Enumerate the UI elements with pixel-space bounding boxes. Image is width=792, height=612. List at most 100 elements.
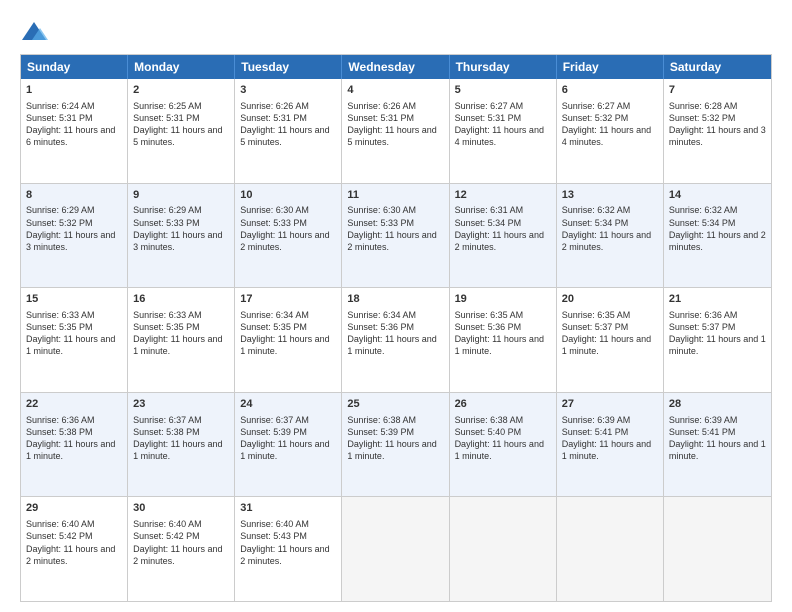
day-number: 14 bbox=[669, 188, 766, 203]
day-number: 19 bbox=[455, 292, 551, 307]
sunrise-text: Sunrise: 6:37 AM bbox=[240, 415, 309, 425]
sunrise-text: Sunrise: 6:36 AM bbox=[669, 310, 738, 320]
day-number: 17 bbox=[240, 292, 336, 307]
day-number: 16 bbox=[133, 292, 229, 307]
header-day-sunday: Sunday bbox=[21, 55, 128, 79]
day-cell-17: 17 Sunrise: 6:34 AM Sunset: 5:35 PM Dayligh… bbox=[235, 288, 342, 392]
daylight-text: Daylight: 11 hours and 1 minute. bbox=[26, 439, 115, 461]
calendar-week-5: 29Sunrise: 6:40 AMSunset: 5:42 PMDayligh… bbox=[21, 496, 771, 601]
empty-cell bbox=[664, 497, 771, 601]
day-cell-10: 10Sunrise: 6:30 AMSunset: 5:33 PMDayligh… bbox=[235, 184, 342, 288]
header-day-tuesday: Tuesday bbox=[235, 55, 342, 79]
day-number: 4 bbox=[347, 83, 443, 98]
logo bbox=[20, 18, 52, 46]
sunrise-text: Sunrise: 6:25 AM bbox=[133, 101, 202, 111]
sunset-text: Sunset: 5:31 PM bbox=[240, 113, 307, 123]
day-cell-11: 11Sunrise: 6:30 AMSunset: 5:33 PMDayligh… bbox=[342, 184, 449, 288]
sunset-text: Sunset: 5:31 PM bbox=[26, 113, 93, 123]
sunset-text: Sunset: 5:33 PM bbox=[347, 218, 414, 228]
day-cell-29: 29Sunrise: 6:40 AMSunset: 5:42 PMDayligh… bbox=[21, 497, 128, 601]
day-number: 20 bbox=[562, 292, 658, 307]
day-cell-22: 22Sunrise: 6:36 AMSunset: 5:38 PMDayligh… bbox=[21, 393, 128, 497]
sunrise-text: Sunrise: 6:26 AM bbox=[347, 101, 416, 111]
sunrise-text: Sunrise: 6:29 AM bbox=[133, 205, 202, 215]
day-cell-12: 12Sunrise: 6:31 AMSunset: 5:34 PMDayligh… bbox=[450, 184, 557, 288]
day-cell-4: 4 Sunrise: 6:26 AM Sunset: 5:31 PM Daylight… bbox=[342, 79, 449, 183]
sunset-text: Sunset: 5:31 PM bbox=[347, 113, 414, 123]
sunrise-text: Sunrise: 6:31 AM bbox=[455, 205, 524, 215]
daylight-text: Daylight: 11 hours and 1 minute. bbox=[455, 439, 544, 461]
day-cell-1: 1Sunrise: 6:24 AMSunset: 5:31 PMDaylight… bbox=[21, 79, 128, 183]
daylight-text: Daylight: 11 hours and 2 minutes. bbox=[240, 544, 329, 566]
day-cell-27: 27Sunrise: 6:39 AMSunset: 5:41 PMDayligh… bbox=[557, 393, 664, 497]
day-number: 8 bbox=[26, 188, 122, 203]
sunrise-text: Sunrise: 6:40 AM bbox=[133, 519, 202, 529]
sunset-text: Sunset: 5:41 PM bbox=[562, 427, 629, 437]
daylight-text: Daylight: 11 hours and 4 minutes. bbox=[562, 125, 651, 147]
day-number: 30 bbox=[133, 501, 229, 516]
daylight-text: Daylight: 11 hours and 5 minutes. bbox=[133, 125, 222, 147]
day-cell-3: 3Sunrise: 6:26 AMSunset: 5:31 PMDaylight… bbox=[235, 79, 342, 183]
sunset-text: Sunset: 5:41 PM bbox=[669, 427, 736, 437]
header-day-thursday: Thursday bbox=[450, 55, 557, 79]
daylight-text: Daylight: 11 hours and 6 minutes. bbox=[26, 125, 115, 147]
sunset-text: Sunset: 5:39 PM bbox=[347, 427, 414, 437]
sunset-text: Sunset: 5:36 PM bbox=[347, 322, 414, 332]
sunset-text: Sunset: 5:42 PM bbox=[133, 531, 200, 541]
daylight-text: Daylight: 11 hours and 3 minutes. bbox=[133, 230, 222, 252]
day-cell-5: 5Sunrise: 6:27 AMSunset: 5:31 PMDaylight… bbox=[450, 79, 557, 183]
sunrise-text: Sunrise: 6:36 AM bbox=[26, 415, 95, 425]
calendar-week-3: 15Sunrise: 6:33 AMSunset: 5:35 PMDayligh… bbox=[21, 287, 771, 392]
daylight-text: Daylight: 11 hours and 3 minutes. bbox=[26, 230, 115, 252]
sunset-text: Sunset: 5:37 PM bbox=[562, 322, 629, 332]
sunrise-text: Sunrise: 6:32 AM bbox=[669, 205, 738, 215]
sunrise-text: Sunrise: 6:30 AM bbox=[240, 205, 309, 215]
day-number: 5 bbox=[455, 83, 551, 98]
sunrise-text: Sunrise: 6:34 AM bbox=[240, 310, 309, 320]
sunrise-text: Sunrise: 6:29 AM bbox=[26, 205, 95, 215]
daylight-text: Daylight: 11 hours and 1 minute. bbox=[455, 334, 544, 356]
sunset-text: Sunset: 5:35 PM bbox=[240, 322, 307, 332]
calendar: SundayMondayTuesdayWednesdayThursdayFrid… bbox=[20, 54, 772, 602]
day-number: 13 bbox=[562, 188, 658, 203]
header bbox=[20, 18, 772, 46]
calendar-week-2: 8 Sunrise: 6:29 AM Sunset: 5:32 PM Daylight… bbox=[21, 183, 771, 288]
day-number: 21 bbox=[669, 292, 766, 307]
sunset-text: Sunset: 5:35 PM bbox=[26, 322, 93, 332]
day-number: 6 bbox=[562, 83, 658, 98]
day-number: 22 bbox=[26, 397, 122, 412]
daylight-text: Daylight: 11 hours and 5 minutes. bbox=[347, 125, 436, 147]
day-number: 11 bbox=[347, 188, 443, 203]
logo-icon bbox=[20, 18, 48, 46]
day-cell-16: 16Sunrise: 6:33 AMSunset: 5:35 PMDayligh… bbox=[128, 288, 235, 392]
empty-cell bbox=[342, 497, 449, 601]
daylight-text: Daylight: 11 hours and 2 minutes. bbox=[669, 230, 766, 252]
daylight-text: Daylight: 11 hours and 1 minute. bbox=[133, 334, 222, 356]
sunrise-text: Sunrise: 6:30 AM bbox=[347, 205, 416, 215]
day-cell-26: 26Sunrise: 6:38 AMSunset: 5:40 PMDayligh… bbox=[450, 393, 557, 497]
sunrise-text: Sunrise: 6:27 AM bbox=[562, 101, 631, 111]
day-cell-2: 2Sunrise: 6:25 AMSunset: 5:31 PMDaylight… bbox=[128, 79, 235, 183]
sunset-text: Sunset: 5:33 PM bbox=[133, 218, 200, 228]
daylight-text: Daylight: 11 hours and 1 minute. bbox=[562, 334, 651, 356]
empty-cell bbox=[557, 497, 664, 601]
day-number: 25 bbox=[347, 397, 443, 412]
calendar-body: 1Sunrise: 6:24 AMSunset: 5:31 PMDaylight… bbox=[21, 79, 771, 601]
sunset-text: Sunset: 5:38 PM bbox=[133, 427, 200, 437]
sunrise-text: Sunrise: 6:34 AM bbox=[347, 310, 416, 320]
sunrise-text: Sunrise: 6:28 AM bbox=[669, 101, 738, 111]
day-cell-14: 14Sunrise: 6:32 AMSunset: 5:34 PMDayligh… bbox=[664, 184, 771, 288]
daylight-text: Daylight: 11 hours and 5 minutes. bbox=[240, 125, 329, 147]
day-cell-23: 23Sunrise: 6:37 AMSunset: 5:38 PMDayligh… bbox=[128, 393, 235, 497]
day-cell-9: 9Sunrise: 6:29 AMSunset: 5:33 PMDaylight… bbox=[128, 184, 235, 288]
sunrise-text: Sunrise: 6:27 AM bbox=[455, 101, 524, 111]
day-number: 26 bbox=[455, 397, 551, 412]
day-cell-19: 19Sunrise: 6:35 AMSunset: 5:36 PMDayligh… bbox=[450, 288, 557, 392]
day-number: 10 bbox=[240, 188, 336, 203]
day-cell-15: 15Sunrise: 6:33 AMSunset: 5:35 PMDayligh… bbox=[21, 288, 128, 392]
sunset-text: Sunset: 5:32 PM bbox=[26, 218, 93, 228]
day-number: 3 bbox=[240, 83, 336, 98]
daylight-text: Daylight: 11 hours and 1 minute. bbox=[240, 334, 329, 356]
calendar-header: SundayMondayTuesdayWednesdayThursdayFrid… bbox=[21, 55, 771, 79]
sunrise-text: Sunrise: 6:32 AM bbox=[562, 205, 631, 215]
